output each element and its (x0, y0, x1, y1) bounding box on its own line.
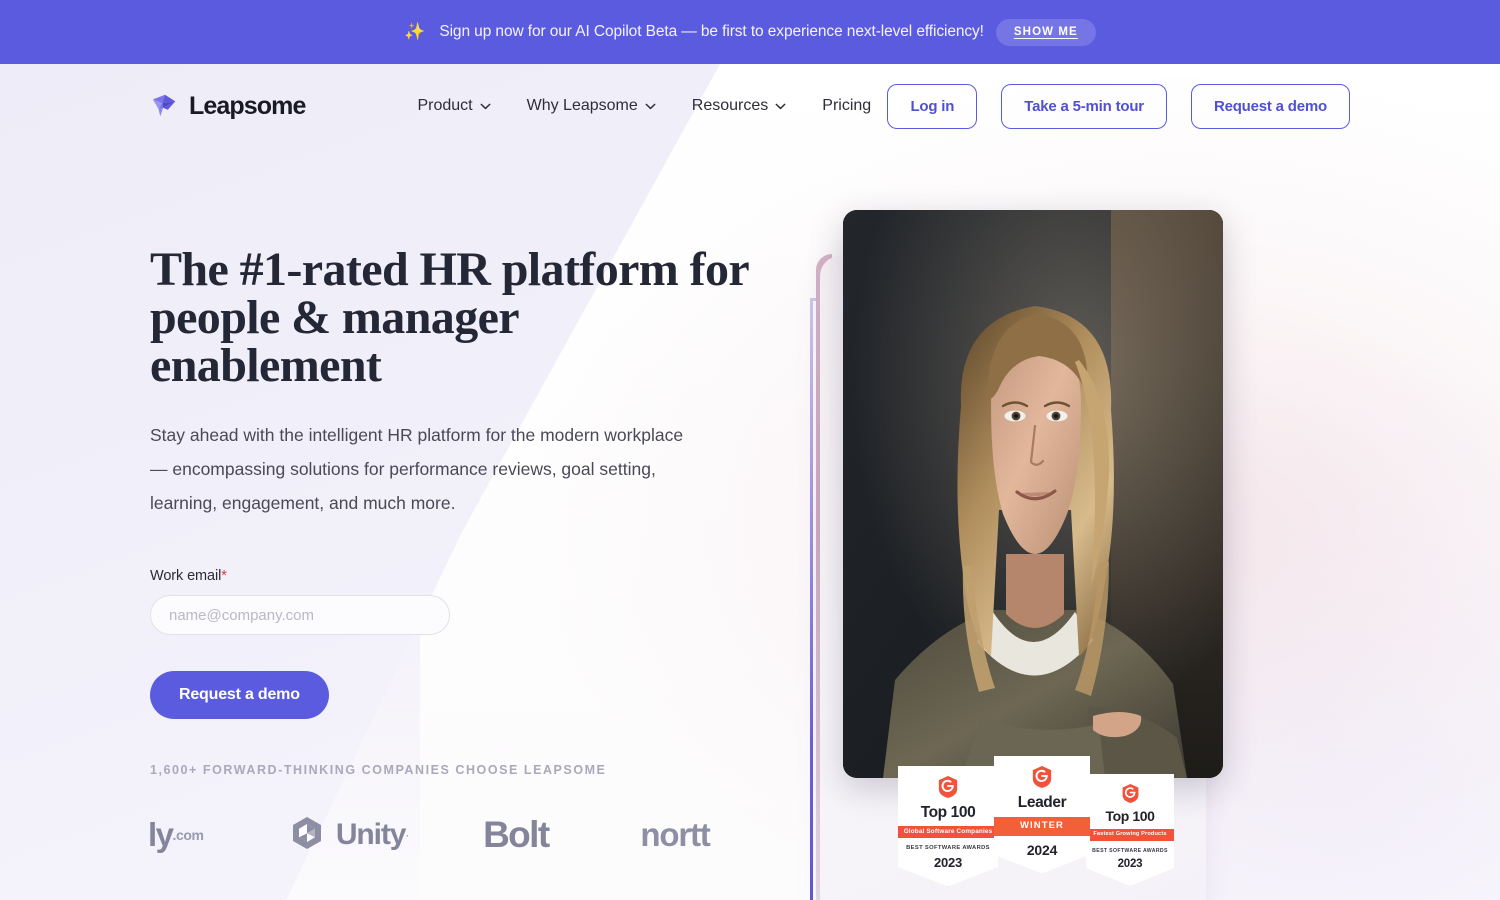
nortt-logo: nortt (640, 816, 770, 854)
hero-copy: The #1-rated HR platform for people & ma… (148, 148, 770, 863)
badge-year: 2023 (933, 855, 963, 871)
g2-shield-icon (1086, 783, 1174, 804)
badge-category-pill: Global Software Companies (898, 826, 998, 839)
g2-badges: Top 100 Global Software Companies BEST S… (846, 756, 1226, 887)
hero-photo (843, 210, 1223, 778)
ly-com-logo-suffix: .com (172, 827, 204, 843)
badge-year: 2024 (1026, 841, 1058, 858)
badge-season-banner: WINTER (994, 817, 1090, 836)
social-proof-text: 1,600+ forward-thinking companies choose… (150, 763, 607, 777)
hero-media: Top 100 Global Software Companies BEST S… (810, 210, 1350, 900)
nav-label: Pricing (822, 97, 872, 114)
nav-item-product[interactable]: Product (417, 97, 491, 115)
work-email-input[interactable] (150, 595, 450, 635)
unity-logo-suffix: · (405, 828, 410, 842)
leapsome-origami-bird-icon (150, 91, 180, 121)
badge-title: Leader (1017, 794, 1067, 811)
required-asterisk: * (221, 568, 227, 584)
nav-label: Resources (691, 97, 769, 114)
lead-form: Work email* Request a demo (150, 568, 770, 719)
site-header: Leapsome Product Why Leapsome Resources (0, 64, 1500, 148)
g2-badge-leader-winter: Leader WINTER 2024 (994, 756, 1090, 874)
request-demo-header-button[interactable]: Request a demo (1190, 83, 1350, 129)
bolt-logo: Bolt (483, 814, 640, 856)
take-tour-button[interactable]: Take a 5-min tour (1001, 83, 1167, 129)
customer-logos: ly .com Unity · Bolt nortt (148, 807, 770, 863)
unity-logo: Unity · (287, 813, 483, 858)
logo-wordmark: Leapsome (189, 91, 306, 120)
g2-shield-icon (898, 775, 998, 799)
work-email-label: Work email* (150, 568, 770, 584)
unity-logo-word: Unity (335, 818, 407, 851)
nav-item-pricing[interactable]: Pricing (822, 97, 871, 115)
nortt-logo-word: nortt (640, 816, 710, 853)
g2-badge-top-100-fastest-growing: Top 100 Fastest Growing Products BEST SO… (1086, 774, 1174, 886)
nav-label: Product (417, 97, 473, 114)
ly-com-logo-word: ly (148, 816, 174, 853)
work-email-label-text: Work email (150, 568, 222, 584)
unity-cube-icon (287, 813, 327, 858)
badge-title: Top 100 (1105, 808, 1155, 824)
logo[interactable]: Leapsome (150, 91, 306, 121)
badge-subtitle: BEST SOFTWARE AWARDS (906, 845, 990, 852)
hero-subheadline: Stay ahead with the intelligent HR platf… (150, 425, 684, 513)
landing-page: ✨ Sign up now for our AI Copilot Beta — … (0, 0, 1500, 900)
page-title: The #1-rated HR platform for people & ma… (150, 243, 749, 392)
bolt-logo-word: Bolt (483, 814, 550, 855)
g2-shield-icon (994, 765, 1090, 789)
ly-com-logo: ly .com (148, 816, 287, 854)
hero-section: The #1-rated HR platform for people & ma… (0, 148, 1500, 900)
badge-category-pill: Fastest Growing Products (1086, 829, 1174, 841)
sparkle-icon: ✨ (404, 22, 426, 41)
show-me-button[interactable]: SHOW ME (995, 18, 1096, 46)
chevron-down-icon (775, 103, 786, 110)
main-nav: Product Why Leapsome Resources Pricing (417, 97, 871, 115)
chevron-down-icon (480, 103, 491, 110)
nav-label: Why Leapsome (526, 97, 638, 114)
header-actions: Log in Take a 5-min tour Request a demo (887, 83, 1350, 129)
g2-badge-top-100-global: Top 100 Global Software Companies BEST S… (898, 766, 998, 887)
nav-item-why-leapsome[interactable]: Why Leapsome (527, 97, 656, 115)
request-demo-submit-button[interactable]: Request a demo (150, 671, 329, 719)
badge-year: 2023 (1117, 857, 1143, 870)
login-button[interactable]: Log in (887, 83, 978, 129)
nav-item-resources[interactable]: Resources (692, 97, 786, 115)
promo-banner: ✨ Sign up now for our AI Copilot Beta — … (0, 0, 1500, 64)
badge-subtitle: BEST SOFTWARE AWARDS (1092, 847, 1168, 854)
chevron-down-icon (645, 103, 656, 110)
badge-title: Top 100 (920, 804, 976, 821)
promo-banner-text: Sign up now for our AI Copilot Beta — be… (439, 23, 984, 40)
